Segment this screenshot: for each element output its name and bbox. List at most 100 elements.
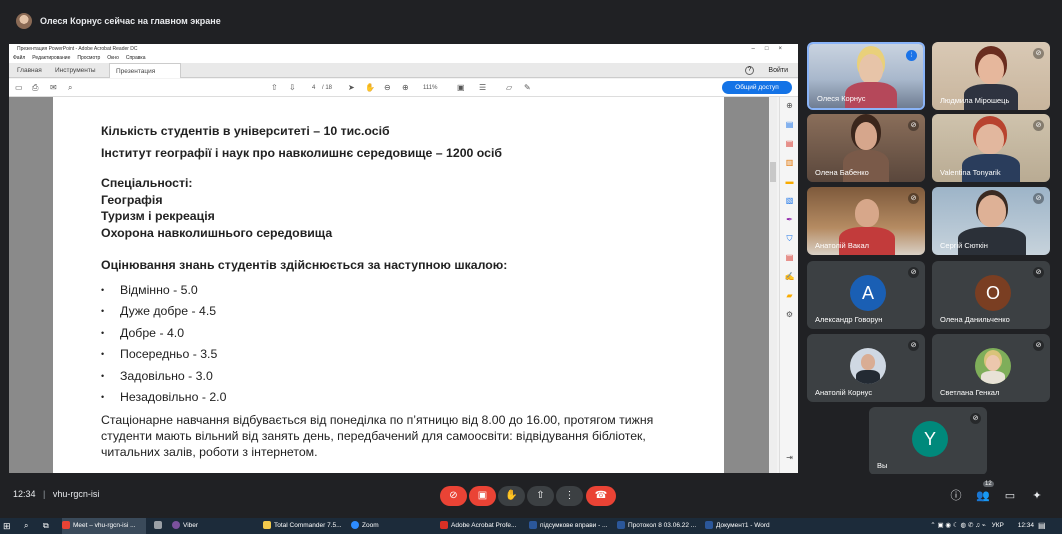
more-options-button[interactable]: ⋮ bbox=[556, 486, 583, 506]
acrobat-window-controls[interactable]: –□× bbox=[752, 44, 792, 54]
tray-icons[interactable]: ⌃ ▣ ◉ ☾ ◍ ✆ ♫ ⌁ bbox=[930, 522, 987, 529]
zoom-icon[interactable]: ⊕ bbox=[784, 101, 795, 111]
participant-tile[interactable]: ⊘ Светлана Генкал bbox=[932, 334, 1050, 402]
participant-tile[interactable]: ⊘ Людмила Мірошець bbox=[932, 42, 1050, 110]
taskbar-item-app[interactable] bbox=[154, 518, 166, 534]
participant-name: Александр Говорун bbox=[815, 315, 883, 324]
menu-window[interactable]: Окно bbox=[107, 54, 119, 63]
notifications-icon[interactable]: ▤ bbox=[1038, 518, 1050, 534]
page-down-icon[interactable]: ⇩ bbox=[289, 83, 296, 93]
participant-name: Сергій Сюткін bbox=[940, 241, 988, 250]
doc-schedule-paragraph: Стаціонарне навчання відбувається від по… bbox=[101, 413, 654, 460]
collapse-rail-icon[interactable]: ⇥ bbox=[784, 453, 795, 463]
meeting-time: 12:34 bbox=[13, 489, 36, 499]
protect-icon[interactable]: ⛉ bbox=[784, 234, 795, 244]
zoom-in-icon[interactable]: ⊕ bbox=[402, 83, 409, 93]
mic-off-icon: ⊘ bbox=[908, 340, 919, 351]
zoom-out-icon[interactable]: ⊖ bbox=[384, 83, 391, 93]
select-tool-icon[interactable]: ➤ bbox=[348, 83, 355, 93]
send-icon[interactable]: ▰ bbox=[784, 291, 795, 301]
present-button[interactable]: ⇧ bbox=[527, 486, 554, 506]
taskbar-item-meet[interactable]: Meet – vhu-rgcn-isi ... bbox=[62, 518, 146, 534]
taskbar-item-acrobat[interactable]: Adobe Acrobat Profe... bbox=[440, 518, 524, 534]
word-icon bbox=[617, 521, 625, 530]
mail-icon[interactable]: ✉ bbox=[50, 83, 57, 93]
menu-help[interactable]: Справка bbox=[126, 54, 146, 63]
combine-icon[interactable]: ▧ bbox=[784, 196, 795, 206]
people-count-badge: 12 bbox=[983, 481, 994, 487]
camera-toggle-button[interactable]: ▣ bbox=[469, 486, 496, 506]
page-up-icon[interactable]: ⇧ bbox=[271, 83, 278, 93]
search-icon[interactable]: ⌕ bbox=[68, 83, 72, 93]
taskbar-item-zoom[interactable]: Zoom bbox=[351, 518, 431, 534]
comment-tool-icon[interactable]: ▬ bbox=[784, 177, 795, 187]
print-icon[interactable]: ⎙ bbox=[32, 83, 38, 93]
search-icon[interactable]: ⌕ bbox=[24, 518, 36, 534]
edit-pdf-icon[interactable]: ▥ bbox=[784, 158, 795, 168]
participant-tile[interactable]: ⊘ Анатолій Вакал bbox=[807, 187, 925, 255]
participant-tile[interactable]: ⊘ Сергій Сюткін bbox=[932, 187, 1050, 255]
participant-name: Олеся Корнус bbox=[817, 94, 866, 103]
comment-icon[interactable]: ▱ bbox=[506, 83, 512, 93]
participant-tile[interactable]: A ⊘ Александр Говорун bbox=[807, 261, 925, 329]
taskbar-item-protocol[interactable]: Протокол 8 03.06.22 ... bbox=[617, 518, 701, 534]
zoom-level[interactable]: 111% bbox=[423, 83, 437, 93]
total-commander-icon bbox=[263, 521, 271, 530]
chat-icon[interactable]: ▭ bbox=[1002, 488, 1018, 504]
taskbar-item-document1[interactable]: Документ1 - Word bbox=[705, 518, 789, 534]
leave-call-button[interactable]: ☎ bbox=[586, 486, 616, 506]
export-pdf-icon[interactable]: ▤ bbox=[784, 120, 795, 130]
participant-head bbox=[855, 122, 877, 150]
participant-tile[interactable]: О ⊘ Олена Данильченко bbox=[932, 261, 1050, 329]
taskbar-item-viber[interactable]: Viber bbox=[172, 518, 252, 534]
fit-page-icon[interactable]: ▣ bbox=[457, 83, 465, 93]
meeting-code: vhu-rgcn-isi bbox=[52, 489, 100, 499]
pen-icon[interactable]: ✎ bbox=[524, 83, 531, 93]
taskbar-item-label: Adobe Acrobat Profe... bbox=[451, 522, 517, 529]
fill-sign-icon[interactable]: ✒ bbox=[784, 215, 795, 225]
start-icon[interactable]: ⊞ bbox=[3, 518, 15, 534]
grade-item: Відмінно - 5.0 bbox=[101, 280, 724, 302]
document-scrollbar[interactable] bbox=[769, 97, 777, 473]
menu-view[interactable]: Просмотр bbox=[77, 54, 100, 63]
help-icon[interactable]: ? bbox=[745, 66, 754, 75]
share-button[interactable]: Общий доступ bbox=[722, 81, 792, 94]
info-icon[interactable]: ⓘ bbox=[948, 488, 964, 504]
tab-document[interactable]: Презентация Powe... × bbox=[109, 63, 181, 90]
hand-tool-icon[interactable]: ✋ bbox=[365, 83, 375, 93]
more-tools-icon[interactable]: ⚙ bbox=[784, 310, 795, 320]
self-tile[interactable]: Y ⊘ Вы bbox=[869, 407, 987, 475]
mic-toggle-button[interactable]: ⊘ bbox=[440, 486, 467, 506]
create-pdf-icon[interactable]: ▤ bbox=[784, 139, 795, 149]
sign-icon[interactable]: ✍ bbox=[784, 272, 795, 282]
menu-edit[interactable]: Редактирование bbox=[32, 54, 70, 63]
participant-name: Светлана Генкал bbox=[940, 388, 1000, 397]
scroll-mode-icon[interactable]: ☰ bbox=[479, 83, 486, 93]
organize-icon[interactable]: ▤ bbox=[784, 253, 795, 263]
present-icon: ⇧ bbox=[536, 490, 545, 501]
taskbar-item-totalcmd[interactable]: Total Commander 7.5... bbox=[263, 518, 347, 534]
save-icon[interactable]: ▭ bbox=[15, 83, 23, 93]
page-number-input[interactable]: 4 bbox=[312, 83, 315, 93]
hand-icon: ✋ bbox=[505, 490, 518, 501]
taskbar-clock[interactable]: 12:34 bbox=[1018, 522, 1034, 529]
tab-home[interactable]: Главная bbox=[11, 63, 48, 78]
activities-icon[interactable]: ✦ bbox=[1029, 488, 1045, 504]
menu-file[interactable]: Файл bbox=[13, 54, 25, 63]
participant-tile[interactable]: ⊘ Олена Бабенко bbox=[807, 114, 925, 182]
tab-tools[interactable]: Инструменты bbox=[49, 63, 102, 78]
task-view-icon[interactable]: ⧉ bbox=[43, 518, 55, 534]
keyboard-language[interactable]: УКР bbox=[992, 522, 1004, 529]
mic-off-icon: ⊘ bbox=[908, 120, 919, 131]
taskbar-item-word-doc[interactable]: підсумкове вправи - ... bbox=[529, 518, 613, 534]
participant-name: Valentina Tonyarik bbox=[940, 168, 1001, 177]
participant-tile[interactable]: ⊘ Анатолій Корнус bbox=[807, 334, 925, 402]
scrollbar-thumb[interactable] bbox=[770, 162, 776, 182]
signin-button[interactable]: Войти bbox=[768, 63, 788, 78]
acrobat-tabbar: Главная Инструменты Презентация Powe... … bbox=[9, 63, 798, 90]
participant-tile[interactable]: ⦙ Олеся Корнус bbox=[807, 42, 925, 110]
participant-name: Олена Данильченко bbox=[940, 315, 1010, 324]
people-icon[interactable]: 👥 bbox=[975, 488, 991, 504]
participant-tile[interactable]: ⊘ Valentina Tonyarik bbox=[932, 114, 1050, 182]
raise-hand-button[interactable]: ✋ bbox=[498, 486, 525, 506]
